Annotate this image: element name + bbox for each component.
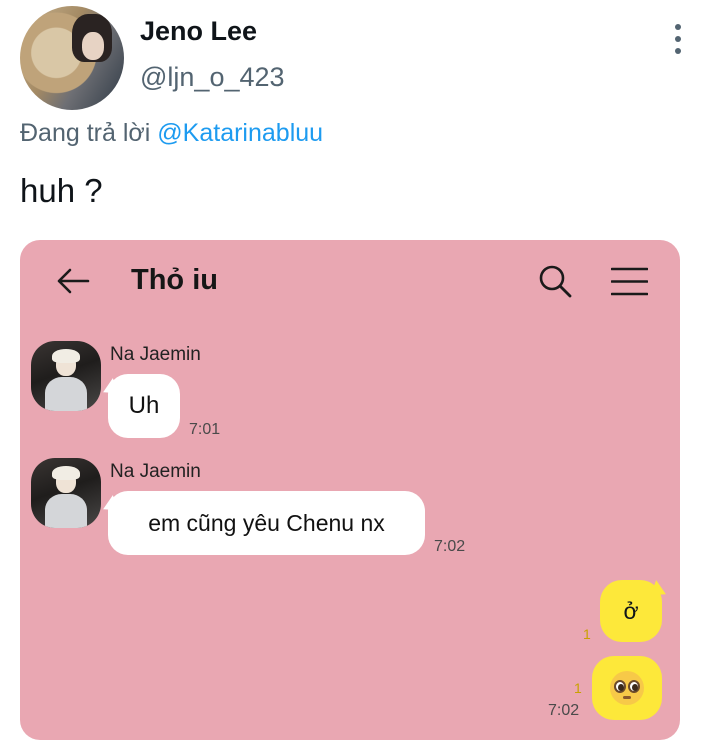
user-handle[interactable]: @ljn_o_423 — [140, 62, 285, 93]
message-text: em cũng yêu Chenu nx — [148, 509, 385, 536]
dot — [675, 48, 681, 54]
dot — [675, 36, 681, 42]
message-bubble: Uh — [108, 374, 180, 438]
message-text: ở — [623, 597, 639, 624]
own-message-bubble — [592, 656, 662, 720]
message-time: 7:02 — [548, 702, 580, 719]
sender-avatar — [31, 341, 101, 411]
avatar-hair — [52, 466, 80, 480]
attached-image[interactable]: Thỏ iu Na Jaemin Uh 7:01 Na Jaemin em cũ… — [20, 240, 680, 740]
unread-count: 1 — [574, 680, 582, 696]
emoji-eye — [628, 680, 640, 693]
reply-prefix: Đang trả lời — [20, 119, 151, 147]
unread-count: 1 — [583, 626, 591, 642]
reply-mention-link[interactable]: @Katarinabluu — [157, 119, 323, 147]
sender-name: Na Jaemin — [110, 344, 201, 365]
reply-context: Đang trả lời @Katarinabluu — [20, 119, 323, 148]
message-time: 7:01 — [189, 421, 221, 438]
display-name[interactable]: Jeno Lee — [140, 16, 257, 47]
dot — [675, 24, 681, 30]
chat-title: Thỏ iu — [131, 264, 218, 296]
avatar-body — [45, 494, 87, 528]
message-bubble: em cũng yêu Chenu nx — [108, 491, 425, 555]
menu-icon — [611, 267, 648, 296]
pleading-face-emoji — [610, 671, 644, 705]
tweet-text: huh ? — [20, 172, 103, 209]
sender-name: Na Jaemin — [110, 461, 201, 482]
back-arrow-icon — [57, 268, 90, 294]
message-text: Uh — [128, 392, 160, 419]
own-message-bubble: ở — [600, 580, 662, 642]
avatar-body — [45, 377, 87, 411]
avatar-face — [82, 32, 104, 60]
sender-avatar — [31, 458, 101, 528]
message-time: 7:02 — [434, 538, 466, 555]
user-avatar[interactable] — [20, 6, 124, 110]
avatar-hair — [52, 349, 80, 363]
emoji-mouth — [623, 696, 631, 699]
emoji-eye — [614, 680, 626, 693]
more-vertical-icon[interactable] — [668, 24, 688, 54]
search-icon — [539, 265, 572, 298]
